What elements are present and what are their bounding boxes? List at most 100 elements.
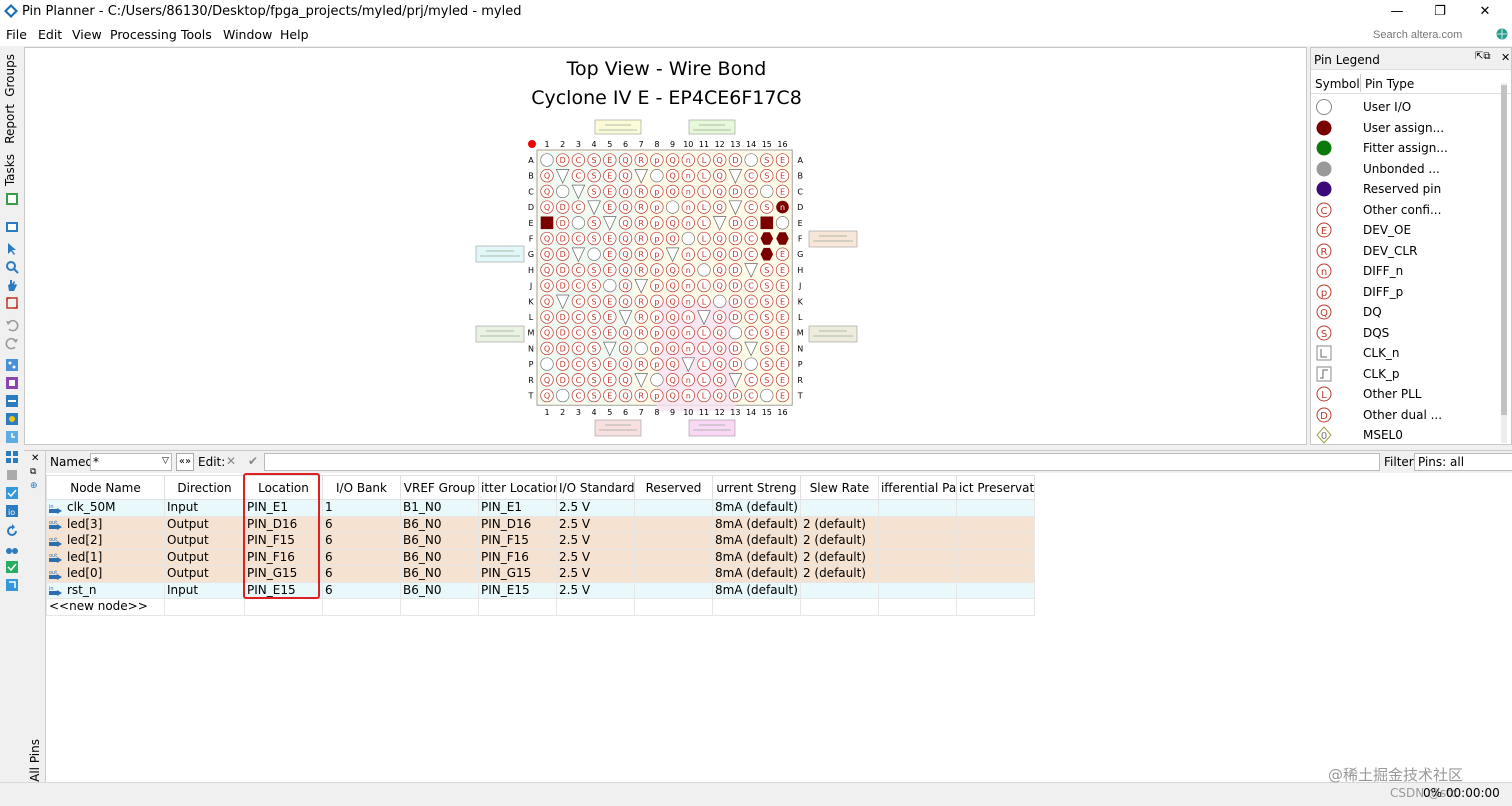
pin-E15[interactable] [760,216,774,230]
pin-T2[interactable] [556,388,570,403]
node-name-cell[interactable]: in rst_n [46,581,165,599]
pin-K15[interactable]: S [760,294,774,308]
pin-K8[interactable]: p [650,294,664,308]
pin-D1[interactable]: Q [540,200,554,214]
std-cell[interactable]: 2.5 V [556,532,635,550]
pin-C7[interactable]: R [634,184,648,199]
pin-G1[interactable]: Q [540,247,554,261]
pin-G14[interactable]: C [744,247,758,261]
diff-cell[interactable] [877,499,957,517]
pin-C11[interactable]: L [697,184,711,199]
pin-P15[interactable]: S [760,357,774,371]
pin-P11[interactable]: L [697,357,711,371]
pin-D11[interactable]: L [697,200,711,214]
column-header[interactable]: ifferential Pai [877,475,957,500]
empty-cell[interactable] [322,598,401,616]
pin-J14[interactable]: C [744,278,758,293]
pin-J5[interactable] [603,278,617,293]
strength-cell[interactable]: 8mA (default) [712,548,801,566]
column-header[interactable]: I/O Bank [322,475,401,500]
pin-F1[interactable]: Q [540,231,554,246]
bank-cell[interactable]: 6 [322,581,401,599]
pin-F10[interactable] [681,231,695,246]
pin-R11[interactable]: L [697,373,711,387]
pin-T14[interactable]: C [744,388,758,403]
pin-H11[interactable] [697,263,711,277]
direction-cell[interactable]: Output [164,515,245,533]
undo-icon[interactable] [5,318,19,332]
panel-pin-icon[interactable]: ⊕ [30,481,38,491]
node-name-cell[interactable]: out led[0] [46,565,165,583]
pin-L12[interactable]: Q [713,310,727,324]
direction-cell[interactable]: Output [164,532,245,550]
show-io-icon[interactable]: io [5,504,19,518]
pin-L2[interactable]: D [556,310,570,324]
pin-C15[interactable] [760,184,774,199]
vref-cell[interactable]: B6_N0 [400,565,479,583]
pin-C13[interactable]: D [728,184,743,199]
diff-cell[interactable] [877,581,957,599]
pin-G8[interactable]: p [650,247,664,261]
pin-J3[interactable]: C [571,278,586,293]
pin-P6[interactable]: Q [618,357,633,371]
vref-cell[interactable]: B6_N0 [400,532,479,550]
pin-R12[interactable]: Q [713,373,727,387]
pin-package-diagram[interactable]: 1122334455667788991010111112121313141415… [25,48,1308,446]
tasks-icon[interactable] [5,192,19,206]
pin-L1[interactable]: Q [540,310,554,324]
menu-processing[interactable]: Processing [110,27,177,42]
pin-M4[interactable]: S [587,326,601,340]
pin-T12[interactable]: Q [713,388,727,403]
bank-cell[interactable]: 6 [322,565,401,583]
pin-T10[interactable]: n [681,388,695,403]
pad-view-icon[interactable] [5,450,19,464]
pin-J9[interactable]: Q [665,278,680,293]
diff-cell[interactable] [877,532,957,550]
location-cell[interactable]: PIN_E1 [244,499,323,517]
pin-J1[interactable]: Q [540,278,554,293]
legend-close-icon[interactable]: ✕ [1501,51,1510,64]
pin-F6[interactable]: Q [618,231,633,246]
pin-B12[interactable]: Q [713,169,727,183]
minimize-button[interactable]: — [1382,2,1412,22]
pin-T1[interactable]: Q [540,388,554,403]
pin-A14[interactable] [744,153,758,167]
pin-J12[interactable]: Q [713,278,727,293]
slew-cell[interactable]: 2 (default) [799,565,879,583]
pin-N16[interactable]: E [775,341,790,356]
direction-cell[interactable]: Input [164,581,245,599]
pin-C9[interactable]: Q [665,184,680,199]
vref-cell[interactable]: B6_N0 [400,581,479,599]
reserved-cell[interactable] [634,581,713,599]
pin-row[interactable]: out led[2] Output PIN_F15 6 B6_N0 PIN_F15 2.5 V… [46,532,1035,550]
pin-M6[interactable]: Q [618,326,633,340]
node-finder-button[interactable]: «» [176,453,194,471]
strength-cell[interactable]: 8mA (default) [712,515,801,533]
pin-A2[interactable]: D [556,153,570,167]
clock-region-icon[interactable] [5,430,19,444]
pin-B16[interactable]: E [775,169,790,183]
pin-M11[interactable]: L [697,326,711,340]
node-name-cell[interactable]: out led[2] [46,532,165,550]
pin-A16[interactable]: E [775,153,790,167]
pin-E8[interactable]: p [650,216,664,230]
pin-N3[interactable]: C [571,341,586,356]
pin-P1[interactable] [540,357,554,371]
pin-F12[interactable]: Q [713,231,727,246]
tab-all-pins[interactable]: All Pins [28,739,42,782]
pin-K4[interactable]: S [587,294,601,308]
fitter-cell[interactable]: PIN_F16 [478,548,557,566]
fitter-cell[interactable]: PIN_E1 [478,499,557,517]
pin-M16[interactable]: E [775,326,790,340]
location-cell[interactable]: PIN_D16 [244,515,323,533]
node-name-cell[interactable]: out led[3] [46,515,165,533]
pin-B6[interactable]: Q [618,169,633,183]
check-icon[interactable] [5,560,19,574]
pin-J2[interactable]: D [556,278,570,293]
pin-A10[interactable]: n [681,153,695,167]
reserved-cell[interactable] [634,548,713,566]
std-cell[interactable]: 2.5 V [556,565,635,583]
pin-H2[interactable]: D [556,263,570,277]
pin-P16[interactable]: E [775,357,790,371]
pin-D16[interactable]: n [776,200,789,214]
